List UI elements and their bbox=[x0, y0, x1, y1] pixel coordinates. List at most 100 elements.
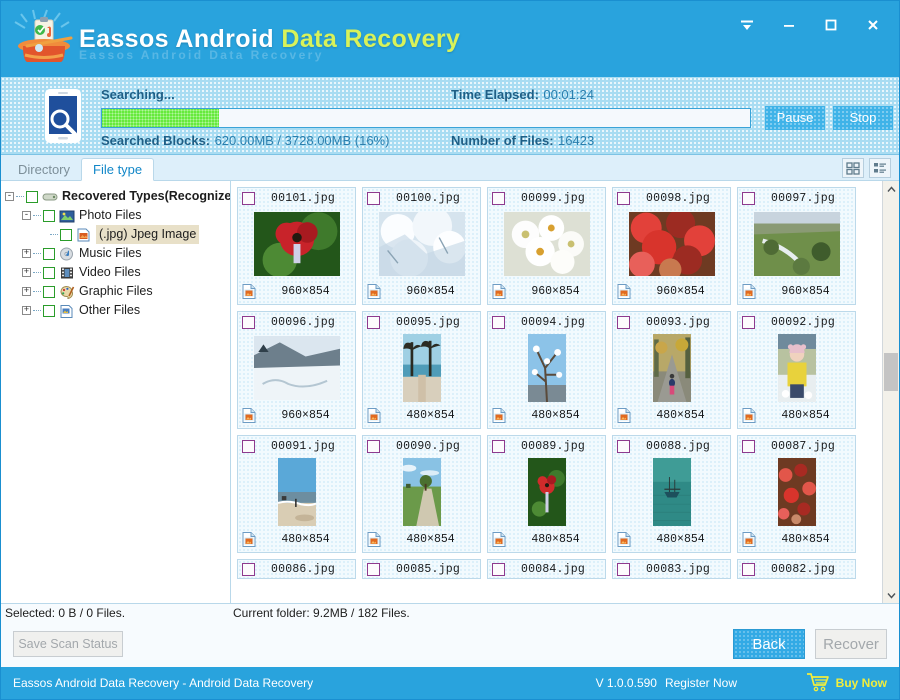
file-cell-footer: 960×854 bbox=[613, 280, 730, 302]
file-checkbox[interactable] bbox=[492, 315, 505, 329]
file-checkbox[interactable] bbox=[742, 439, 755, 453]
file-cell[interactable]: 00082.jpg bbox=[737, 559, 856, 579]
file-type-tree[interactable]: - Recovered Types(Recognized - Photo Files (… bbox=[1, 181, 231, 603]
file-checkbox[interactable] bbox=[492, 191, 505, 205]
time-elapsed-value: 00:01:24 bbox=[543, 86, 594, 102]
tree-connector bbox=[33, 253, 41, 254]
file-checkbox[interactable] bbox=[742, 315, 755, 329]
jpeg-file-icon bbox=[242, 407, 256, 423]
tree-item-music-files[interactable]: + Music Files bbox=[5, 244, 230, 263]
graphic-icon bbox=[59, 285, 75, 299]
file-cell-footer: 480×854 bbox=[363, 528, 480, 550]
file-cell[interactable]: 00089.jpg 480×854 bbox=[487, 435, 606, 553]
file-cell[interactable]: 00101.jpg 960×854 bbox=[237, 187, 356, 305]
file-cell-header: 00088.jpg bbox=[613, 436, 730, 456]
file-checkbox[interactable] bbox=[367, 315, 380, 329]
tree-item-checkbox[interactable] bbox=[43, 209, 55, 222]
tree-expand-icon[interactable]: + bbox=[22, 249, 31, 258]
file-checkbox[interactable] bbox=[242, 315, 255, 329]
tree-expand-icon[interactable]: + bbox=[22, 287, 31, 296]
close-icon[interactable] bbox=[853, 9, 893, 41]
buy-now-button[interactable]: Buy Now bbox=[806, 672, 887, 695]
tab-directory[interactable]: Directory bbox=[7, 158, 81, 180]
grid-view-button[interactable] bbox=[842, 158, 864, 178]
file-cell[interactable]: 00096.jpg 960×854 bbox=[237, 311, 356, 429]
list-view-button[interactable] bbox=[869, 158, 891, 178]
file-checkbox[interactable] bbox=[617, 315, 630, 329]
file-cell[interactable]: 00087.jpg 480×854 bbox=[737, 435, 856, 553]
file-cell[interactable]: 00099.jpg 960×854 bbox=[487, 187, 606, 305]
file-thumbnail bbox=[277, 456, 316, 528]
tree-item-checkbox[interactable] bbox=[60, 228, 72, 241]
file-thumbnail bbox=[753, 208, 840, 280]
file-cell[interactable]: 00100.jpg 960×854 bbox=[362, 187, 481, 305]
maximize-icon[interactable] bbox=[811, 9, 851, 41]
pause-button[interactable]: Pause bbox=[765, 105, 825, 130]
file-checkbox[interactable] bbox=[242, 439, 255, 453]
back-button[interactable]: Back bbox=[733, 629, 805, 659]
file-cell[interactable]: 00094.jpg 480×854 bbox=[487, 311, 606, 429]
file-cell-footer: 480×854 bbox=[488, 528, 605, 550]
file-grid[interactable]: 00101.jpg 960×854 00100.jpg 960×854 00099.… bbox=[231, 181, 882, 603]
tab-file-type[interactable]: File type bbox=[81, 158, 155, 181]
file-cell[interactable]: 00091.jpg 480×854 bbox=[237, 435, 356, 553]
tree-item-checkbox[interactable] bbox=[43, 285, 55, 298]
file-cell[interactable]: 00085.jpg bbox=[362, 559, 481, 579]
file-cell[interactable]: 00093.jpg 480×854 bbox=[612, 311, 731, 429]
tree-item-photo-files[interactable]: - Photo Files bbox=[5, 206, 230, 225]
file-cell[interactable]: 00095.jpg 480×854 bbox=[362, 311, 481, 429]
file-checkbox[interactable] bbox=[367, 191, 380, 205]
scrollbar-thumb[interactable] bbox=[884, 353, 898, 391]
tree-collapse-icon[interactable]: - bbox=[22, 211, 31, 220]
menu-icon[interactable] bbox=[727, 9, 767, 41]
file-cell[interactable]: 00088.jpg 480×854 bbox=[612, 435, 731, 553]
register-now-link[interactable]: Register Now bbox=[665, 676, 737, 690]
file-checkbox[interactable] bbox=[617, 562, 630, 576]
tree-item-other-files[interactable]: + Other Files bbox=[5, 301, 230, 320]
file-checkbox[interactable] bbox=[367, 439, 380, 453]
tree-item-recovered-types-recognized[interactable]: - Recovered Types(Recognized bbox=[5, 187, 230, 206]
tree-collapse-icon[interactable]: - bbox=[5, 192, 14, 201]
tree-item-checkbox[interactable] bbox=[43, 304, 55, 317]
file-checkbox[interactable] bbox=[242, 562, 255, 576]
file-checkbox[interactable] bbox=[242, 191, 255, 205]
tree-leaf-spacer bbox=[39, 230, 48, 239]
tree-item-checkbox[interactable] bbox=[26, 190, 38, 203]
stop-button[interactable]: Stop bbox=[833, 105, 893, 130]
file-cell[interactable]: 00092.jpg 480×854 bbox=[737, 311, 856, 429]
tree-item-checkbox[interactable] bbox=[43, 247, 55, 260]
application-window: Eassos Android Data Recovery Eassos Andr… bbox=[0, 0, 900, 700]
file-name: 00086.jpg bbox=[271, 562, 335, 576]
file-checkbox[interactable] bbox=[367, 562, 380, 576]
grid-scrollbar[interactable] bbox=[882, 181, 899, 603]
tree-item-video-files[interactable]: + Video Files bbox=[5, 263, 230, 282]
file-checkbox[interactable] bbox=[742, 562, 755, 576]
recover-button[interactable]: Recover bbox=[815, 629, 887, 659]
file-cell[interactable]: 00098.jpg 960×854 bbox=[612, 187, 731, 305]
tree-item-jpg-jpeg-image[interactable]: (.jpg) Jpeg Image bbox=[5, 225, 230, 244]
file-cell[interactable]: 00097.jpg 960×854 bbox=[737, 187, 856, 305]
tree-expand-icon[interactable]: + bbox=[22, 268, 31, 277]
file-cell[interactable]: 00086.jpg bbox=[237, 559, 356, 579]
tree-item-checkbox[interactable] bbox=[43, 266, 55, 279]
file-checkbox[interactable] bbox=[492, 439, 505, 453]
minimize-icon[interactable] bbox=[769, 9, 809, 41]
scan-control-buttons: Pause Stop bbox=[765, 105, 893, 130]
file-cell[interactable]: 00084.jpg bbox=[487, 559, 606, 579]
file-cell[interactable]: 00083.jpg bbox=[612, 559, 731, 579]
scroll-up-arrow[interactable] bbox=[883, 181, 899, 197]
save-scan-status-button[interactable]: Save Scan Status bbox=[13, 631, 123, 657]
file-name: 00087.jpg bbox=[771, 439, 835, 453]
file-checkbox[interactable] bbox=[742, 191, 755, 205]
jpeg-file-icon bbox=[617, 283, 631, 299]
tree-connector bbox=[50, 234, 58, 235]
file-checkbox[interactable] bbox=[617, 439, 630, 453]
file-cell-header: 00089.jpg bbox=[488, 436, 605, 456]
file-cell-footer: 480×854 bbox=[613, 528, 730, 550]
file-cell[interactable]: 00090.jpg 480×854 bbox=[362, 435, 481, 553]
scroll-down-arrow[interactable] bbox=[883, 587, 899, 603]
file-checkbox[interactable] bbox=[492, 562, 505, 576]
tree-expand-icon[interactable]: + bbox=[22, 306, 31, 315]
file-checkbox[interactable] bbox=[617, 191, 630, 205]
tree-item-graphic-files[interactable]: + Graphic Files bbox=[5, 282, 230, 301]
